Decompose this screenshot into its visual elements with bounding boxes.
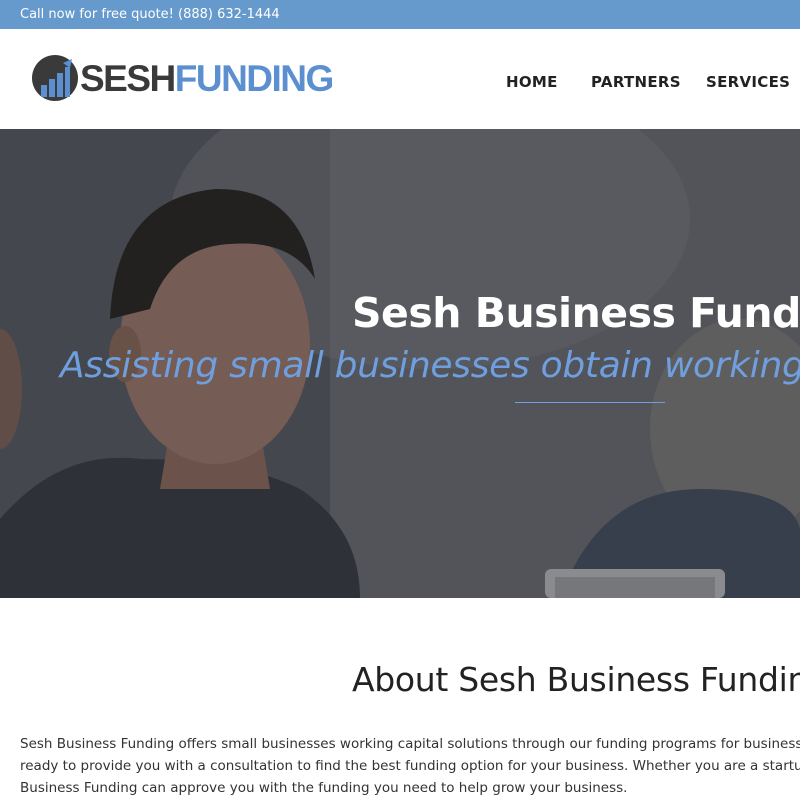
- site-header: SESHFUNDING HOME PARTNERS SERVICES: [0, 29, 800, 129]
- main-nav: HOME PARTNERS SERVICES: [0, 29, 800, 129]
- hero-banner: Sesh Business Funding Assisting small bu…: [0, 129, 800, 598]
- about-heading: About Sesh Business Funding: [352, 660, 800, 699]
- nav-partners[interactable]: PARTNERS: [591, 73, 681, 91]
- about-line: ready to provide you with a consultation…: [20, 758, 800, 774]
- about-line: Business Funding can approve you with th…: [20, 780, 628, 796]
- nav-services[interactable]: SERVICES: [706, 73, 790, 91]
- hero-divider: [515, 402, 665, 403]
- about-paragraph: Sesh Business Funding offers small busin…: [20, 733, 800, 799]
- call-now-text: Call now for free quote! (888) 632-1444: [20, 7, 280, 22]
- nav-home[interactable]: HOME: [506, 73, 558, 91]
- about-line: Sesh Business Funding offers small busin…: [20, 736, 800, 752]
- hero-subtitle: Assisting small businesses obtain workin…: [60, 345, 800, 386]
- hero-title: Sesh Business Funding: [352, 289, 800, 337]
- top-contact-bar: Call now for free quote! (888) 632-1444: [0, 0, 800, 29]
